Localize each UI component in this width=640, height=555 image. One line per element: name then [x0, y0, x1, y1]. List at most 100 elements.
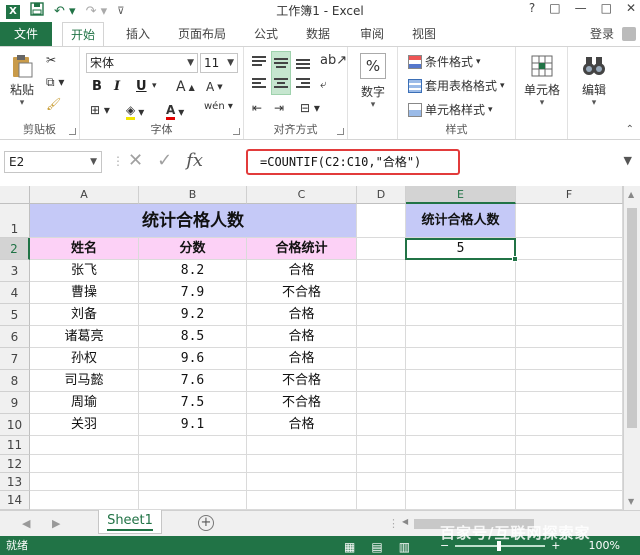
row-header-4[interactable]: 4: [0, 282, 30, 304]
empty-cell[interactable]: [30, 473, 139, 491]
cell-f2[interactable]: [516, 238, 623, 260]
empty-cell[interactable]: [357, 392, 406, 414]
close-icon[interactable]: ✕: [626, 1, 636, 15]
row-header-5[interactable]: 5: [0, 304, 30, 326]
empty-cell[interactable]: [406, 304, 516, 326]
font-launcher-icon[interactable]: [233, 128, 240, 135]
header-cell-name[interactable]: 姓名: [30, 238, 139, 260]
text-orientation-icon[interactable]: ab↗: [320, 53, 347, 68]
align-middle-icon[interactable]: [274, 55, 288, 69]
table-cell-score[interactable]: 7.6: [139, 370, 247, 392]
format-as-table-button[interactable]: 套用表格格式 ▾: [408, 77, 505, 94]
row-header-6[interactable]: 6: [0, 326, 30, 348]
empty-cell[interactable]: [406, 326, 516, 348]
increase-font-icon[interactable]: A ▲: [176, 79, 195, 95]
page-break-view-icon[interactable]: ▥: [399, 538, 410, 555]
empty-cell[interactable]: [516, 414, 623, 436]
table-cell-result[interactable]: 合格: [247, 348, 357, 370]
row-header-7[interactable]: 7: [0, 348, 30, 370]
empty-cell[interactable]: [357, 282, 406, 304]
alignment-launcher-icon[interactable]: [337, 128, 344, 135]
empty-cell[interactable]: [516, 326, 623, 348]
add-sheet-icon[interactable]: +: [198, 515, 214, 531]
table-cell-name[interactable]: 关羽: [30, 414, 139, 436]
minimize-icon[interactable]: —: [575, 1, 587, 15]
tab-file[interactable]: 文件: [0, 22, 52, 46]
font-color-icon[interactable]: A ▾: [166, 103, 184, 120]
row-header-3[interactable]: 3: [0, 260, 30, 282]
phonetic-icon[interactable]: wén ▾: [204, 101, 233, 112]
decrease-indent-icon[interactable]: ⇤: [252, 101, 262, 115]
table-cell-name[interactable]: 司马懿: [30, 370, 139, 392]
table-cell-result[interactable]: 不合格: [247, 282, 357, 304]
fill-handle[interactable]: [512, 256, 518, 262]
header-cell-pass[interactable]: 合格统计: [247, 238, 357, 260]
merge-center-icon[interactable]: ⊟ ▾: [300, 101, 320, 115]
column-header-a[interactable]: A: [30, 186, 139, 204]
header-cell-score[interactable]: 分数: [139, 238, 247, 260]
table-cell-score[interactable]: 8.2: [139, 260, 247, 282]
vertical-scroll-thumb[interactable]: [627, 208, 637, 428]
normal-view-icon[interactable]: ▦: [344, 538, 355, 555]
empty-cell[interactable]: [406, 370, 516, 392]
help-icon[interactable]: ?: [529, 1, 535, 15]
table-cell-name[interactable]: 诸葛亮: [30, 326, 139, 348]
align-right-icon[interactable]: [296, 77, 310, 91]
table-cell-score[interactable]: 7.5: [139, 392, 247, 414]
page-layout-view-icon[interactable]: ▤: [371, 538, 382, 555]
row-header-10[interactable]: 10: [0, 414, 30, 436]
empty-cell[interactable]: [516, 436, 623, 455]
maximize-icon[interactable]: □: [601, 1, 612, 15]
conditional-format-button[interactable]: 条件格式 ▾: [408, 53, 481, 70]
empty-cell[interactable]: [406, 491, 516, 510]
table-cell-name[interactable]: 刘备: [30, 304, 139, 326]
empty-cell[interactable]: [139, 436, 247, 455]
name-box[interactable]: E2 ▼: [4, 151, 102, 173]
table-cell-result[interactable]: 合格: [247, 414, 357, 436]
table-cell-result[interactable]: 合格: [247, 326, 357, 348]
enter-icon[interactable]: ✓: [157, 150, 172, 171]
table-cell-name[interactable]: 周瑜: [30, 392, 139, 414]
empty-cell[interactable]: [247, 473, 357, 491]
bold-button[interactable]: B: [92, 79, 102, 94]
table-cell-score[interactable]: 9.6: [139, 348, 247, 370]
cancel-icon[interactable]: ✕: [128, 150, 143, 171]
table-cell-result[interactable]: 合格: [247, 304, 357, 326]
cut-icon[interactable]: ✂: [46, 53, 56, 67]
number-format-button[interactable]: % 数字 ▾: [354, 53, 392, 110]
table-cell-score[interactable]: 9.1: [139, 414, 247, 436]
tab-page-layout[interactable]: 页面布局: [170, 22, 234, 46]
copy-icon[interactable]: ⧉ ▾: [46, 75, 64, 90]
expand-formula-icon[interactable]: ▼: [624, 154, 632, 167]
scroll-down-icon[interactable]: ▼: [628, 497, 634, 506]
empty-cell[interactable]: [516, 473, 623, 491]
empty-cell[interactable]: [139, 455, 247, 473]
table-cell-score[interactable]: 8.5: [139, 326, 247, 348]
empty-cell[interactable]: [357, 326, 406, 348]
ribbon-display-icon[interactable]: □: [549, 1, 560, 15]
merged-title-cell[interactable]: 统计合格人数: [30, 204, 357, 238]
empty-cell[interactable]: [516, 304, 623, 326]
empty-cell[interactable]: [357, 304, 406, 326]
account-icon[interactable]: [622, 27, 636, 41]
empty-cell[interactable]: [139, 491, 247, 510]
row-header-9[interactable]: 9: [0, 392, 30, 414]
table-cell-name[interactable]: 张飞: [30, 260, 139, 282]
tab-insert[interactable]: 插入: [118, 22, 158, 46]
column-header-b[interactable]: B: [139, 186, 247, 204]
tab-formulas[interactable]: 公式: [246, 22, 286, 46]
collapse-ribbon-icon[interactable]: ⌃: [626, 124, 634, 135]
zoom-percent[interactable]: 100%: [589, 536, 620, 555]
empty-cell[interactable]: [247, 436, 357, 455]
sheet-tab-sheet1[interactable]: Sheet1: [98, 510, 162, 534]
cell-e1[interactable]: 统计合格人数: [406, 204, 516, 238]
align-center-icon[interactable]: [274, 77, 288, 91]
row-header-11[interactable]: 11: [0, 436, 30, 455]
empty-cell[interactable]: [357, 491, 406, 510]
empty-cell[interactable]: [357, 414, 406, 436]
column-header-e[interactable]: E: [406, 186, 516, 204]
empty-cell[interactable]: [516, 392, 623, 414]
empty-cell[interactable]: [357, 455, 406, 473]
empty-cell[interactable]: [406, 455, 516, 473]
row-header-13[interactable]: 13: [0, 473, 30, 491]
